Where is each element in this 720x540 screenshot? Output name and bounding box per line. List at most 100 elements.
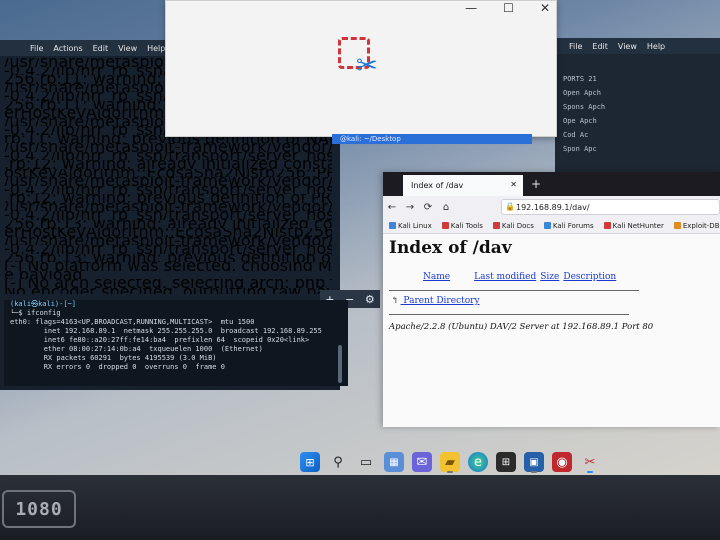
terminal-output-line: [-] No arch selected, selecting arch: ph… — [4, 279, 332, 288]
column-last-modified-link[interactable]: Last modified — [474, 272, 536, 282]
monitor-resolution-badge: 1080 — [2, 490, 76, 528]
terminal-output-line: erHostKeyAlgorithm::EcdsaSha2Nistp256::I… — [4, 228, 332, 237]
right-terminal-menubar: File Edit View Help — [555, 38, 720, 54]
terminal-output-line: inet6 fe80::a20:27ff:fe14:ba4 prefixlen … — [10, 336, 310, 344]
store-icon[interactable]: ⊞ — [496, 452, 516, 472]
bookmark-item[interactable]: Kali Docs — [492, 221, 534, 230]
address-bar[interactable]: 🔒 192.168.89.1/dav/ — [501, 199, 720, 215]
bookmark-item[interactable]: Kali Linux — [389, 222, 432, 230]
page-heading: Index of /dav — [389, 238, 512, 258]
terminal-output-line: ether 08:00:27:14:0b:a4 txqueuelen 1000 … — [10, 345, 263, 353]
page-info-icon[interactable]: 🔒 — [505, 202, 515, 211]
tab-title: Index of /dav — [411, 181, 464, 190]
bookmark-item[interactable]: Kali NetHunter — [603, 221, 664, 230]
page-content: Index of /dav Name Last modified Size De… — [383, 234, 720, 427]
column-name-link[interactable]: Name — [423, 272, 450, 282]
right-menu-file[interactable]: File — [569, 42, 582, 51]
terminal-prompt: (kali㉿kali)-[~] — [10, 300, 77, 308]
bookmark-label: Exploit-DB — [682, 221, 720, 230]
terminal-output-line: -0.4.2/lib/hrr_rb_ssh/transport/server_h… — [4, 186, 332, 195]
right-menu-help[interactable]: Help — [647, 42, 665, 51]
settings-icon[interactable]: ⚙ — [365, 293, 375, 306]
terminal-output-line: └─$ ifconfig — [10, 309, 61, 317]
bookmarks-bar: Kali Linux Kali Tools Kali Docs Kali Forums… — [383, 218, 720, 234]
window-controls: — ☐ ✕ — [465, 1, 550, 15]
menu-file[interactable]: File — [30, 44, 43, 53]
bookmark-item[interactable]: Exploit-DB — [673, 221, 720, 230]
right-menu-view[interactable]: View — [618, 42, 637, 51]
monitor-bezel — [0, 475, 720, 540]
terminal-output-line: /usr/share/metasploit-framework/vendor/b… — [4, 143, 332, 152]
edge-browser-icon[interactable]: e — [468, 452, 488, 472]
url-text: 192.168.89.1/dav/ — [516, 202, 590, 212]
terminal-output-line: RX packets 60291 bytes 4195539 (3.0 MiB) — [10, 354, 217, 362]
divider — [389, 290, 639, 291]
right-terminal-line: Spons Apch — [563, 103, 606, 111]
red-app-icon[interactable]: ◉ — [552, 452, 572, 472]
terminal-output-line: -0.4.2/lib/hrr_rb_ssh/transport/server_h… — [4, 245, 332, 254]
terminal-output-line: /usr/share/metasploit-framework/vendor/b… — [4, 203, 332, 212]
bookmark-favicon-icon — [603, 222, 611, 229]
menu-edit[interactable]: Edit — [93, 44, 109, 53]
taskbar: ⊞ ⚲ ▭ ▦ ✉ ▰ e ⊞ ▣ ◉ ✂ — [300, 448, 660, 475]
widgets-icon[interactable]: ▦ — [384, 452, 404, 472]
bookmark-favicon-icon — [543, 222, 551, 229]
terminal-output-line: 256.rb:13: warning: already initialized … — [4, 220, 332, 229]
column-headers: Name Last modified Size Description — [423, 272, 616, 282]
bookmark-favicon-icon — [492, 222, 500, 229]
browser-window[interactable]: Index of /dav ✕ + ← → ⟳ ⌂ 🔒 192.168.89.1… — [383, 172, 720, 427]
terminal-output-line: e payload — [4, 271, 332, 280]
browser-navbar: ← → ⟳ ⌂ 🔒 192.168.89.1/dav/ — [383, 196, 720, 218]
bookmark-favicon-icon — [389, 222, 396, 229]
terminal-output-line: -0.4.2/lib/hrr_rb_ssh/transport/server_h… — [4, 211, 332, 220]
bookmark-label: Kali Tools — [450, 221, 483, 230]
new-tab-button[interactable]: + — [531, 177, 541, 191]
menu-help[interactable]: Help — [147, 44, 165, 53]
forward-icon[interactable]: → — [401, 202, 419, 213]
right-terminal-line: PORTS 21 — [563, 75, 597, 83]
bookmark-favicon-icon — [673, 222, 681, 229]
back-icon[interactable]: ← — [383, 202, 401, 213]
terminal-output-line: [-] No platform was selected, choosing M… — [4, 262, 332, 271]
search-icon[interactable]: ⚲ — [328, 452, 348, 472]
menu-view[interactable]: View — [118, 44, 137, 53]
terminal-output-line: inet 192.168.89.1 netmask 255.255.255.0 … — [10, 327, 322, 335]
terminal-output-line: 256.rb:13: warning: previous definition … — [4, 254, 332, 263]
close-tab-icon[interactable]: ✕ — [510, 180, 517, 189]
windows-start-icon[interactable]: ⊞ — [300, 452, 320, 472]
menu-actions[interactable]: Actions — [53, 44, 82, 53]
close-window-button[interactable]: ✕ — [540, 1, 550, 15]
right-terminal-line: Open Apch — [563, 89, 601, 97]
task-view-icon[interactable]: ▭ — [356, 452, 376, 472]
bookmark-label: Kali Forums — [552, 221, 594, 230]
browser-tab-strip: Index of /dav ✕ + — [383, 172, 720, 196]
snipping-tool-icon[interactable]: ✂ — [580, 452, 600, 472]
snipping-tool-window[interactable]: — ☐ ✕ ✂ — [165, 0, 557, 137]
home-icon[interactable]: ⌂ — [437, 202, 455, 213]
bookmark-label: Kali Docs — [501, 221, 534, 230]
bookmark-item[interactable]: Kali Forums — [543, 221, 594, 230]
terminal-scrollbar[interactable] — [338, 345, 342, 383]
terminal-output-line: No encoder specified, outputting raw pay… — [4, 288, 332, 295]
bookmark-label: Kali Linux — [398, 221, 432, 230]
right-menu-edit[interactable]: Edit — [592, 42, 608, 51]
parent-directory-link[interactable]: Parent Directory — [403, 296, 479, 306]
main-terminal-window[interactable]: (kali㉿kali)-[~] └─$ ifconfig eth0: flags=… — [4, 300, 348, 386]
browser-tab-active[interactable]: Index of /dav ✕ — [403, 175, 523, 196]
snipping-tool-logo-icon: ✂ — [338, 37, 384, 83]
file-explorer-icon[interactable]: ▰ — [440, 452, 460, 472]
bookmark-item[interactable]: Kali Tools — [441, 221, 483, 230]
chat-icon[interactable]: ✉ — [412, 452, 432, 472]
right-terminal-line: Ope Apch — [563, 117, 597, 125]
terminal-output-line: /usr/share/metasploit-framework/vendor/b… — [4, 237, 332, 246]
bookmark-label: Kali NetHunter — [612, 221, 664, 230]
maximize-window-button[interactable]: ☐ — [503, 1, 514, 15]
virtualbox-icon[interactable]: ▣ — [524, 452, 544, 472]
minimize-window-button[interactable]: — — [465, 1, 477, 15]
column-size-link[interactable]: Size — [540, 272, 559, 282]
column-description-link[interactable]: Description — [563, 272, 616, 282]
desktop-screen: File Actions Edit View Help /usr/share/m… — [0, 0, 720, 475]
bookmark-favicon-icon — [441, 222, 449, 229]
reload-icon[interactable]: ⟳ — [419, 202, 437, 213]
right-terminal-line: Cod Ac — [563, 131, 589, 139]
